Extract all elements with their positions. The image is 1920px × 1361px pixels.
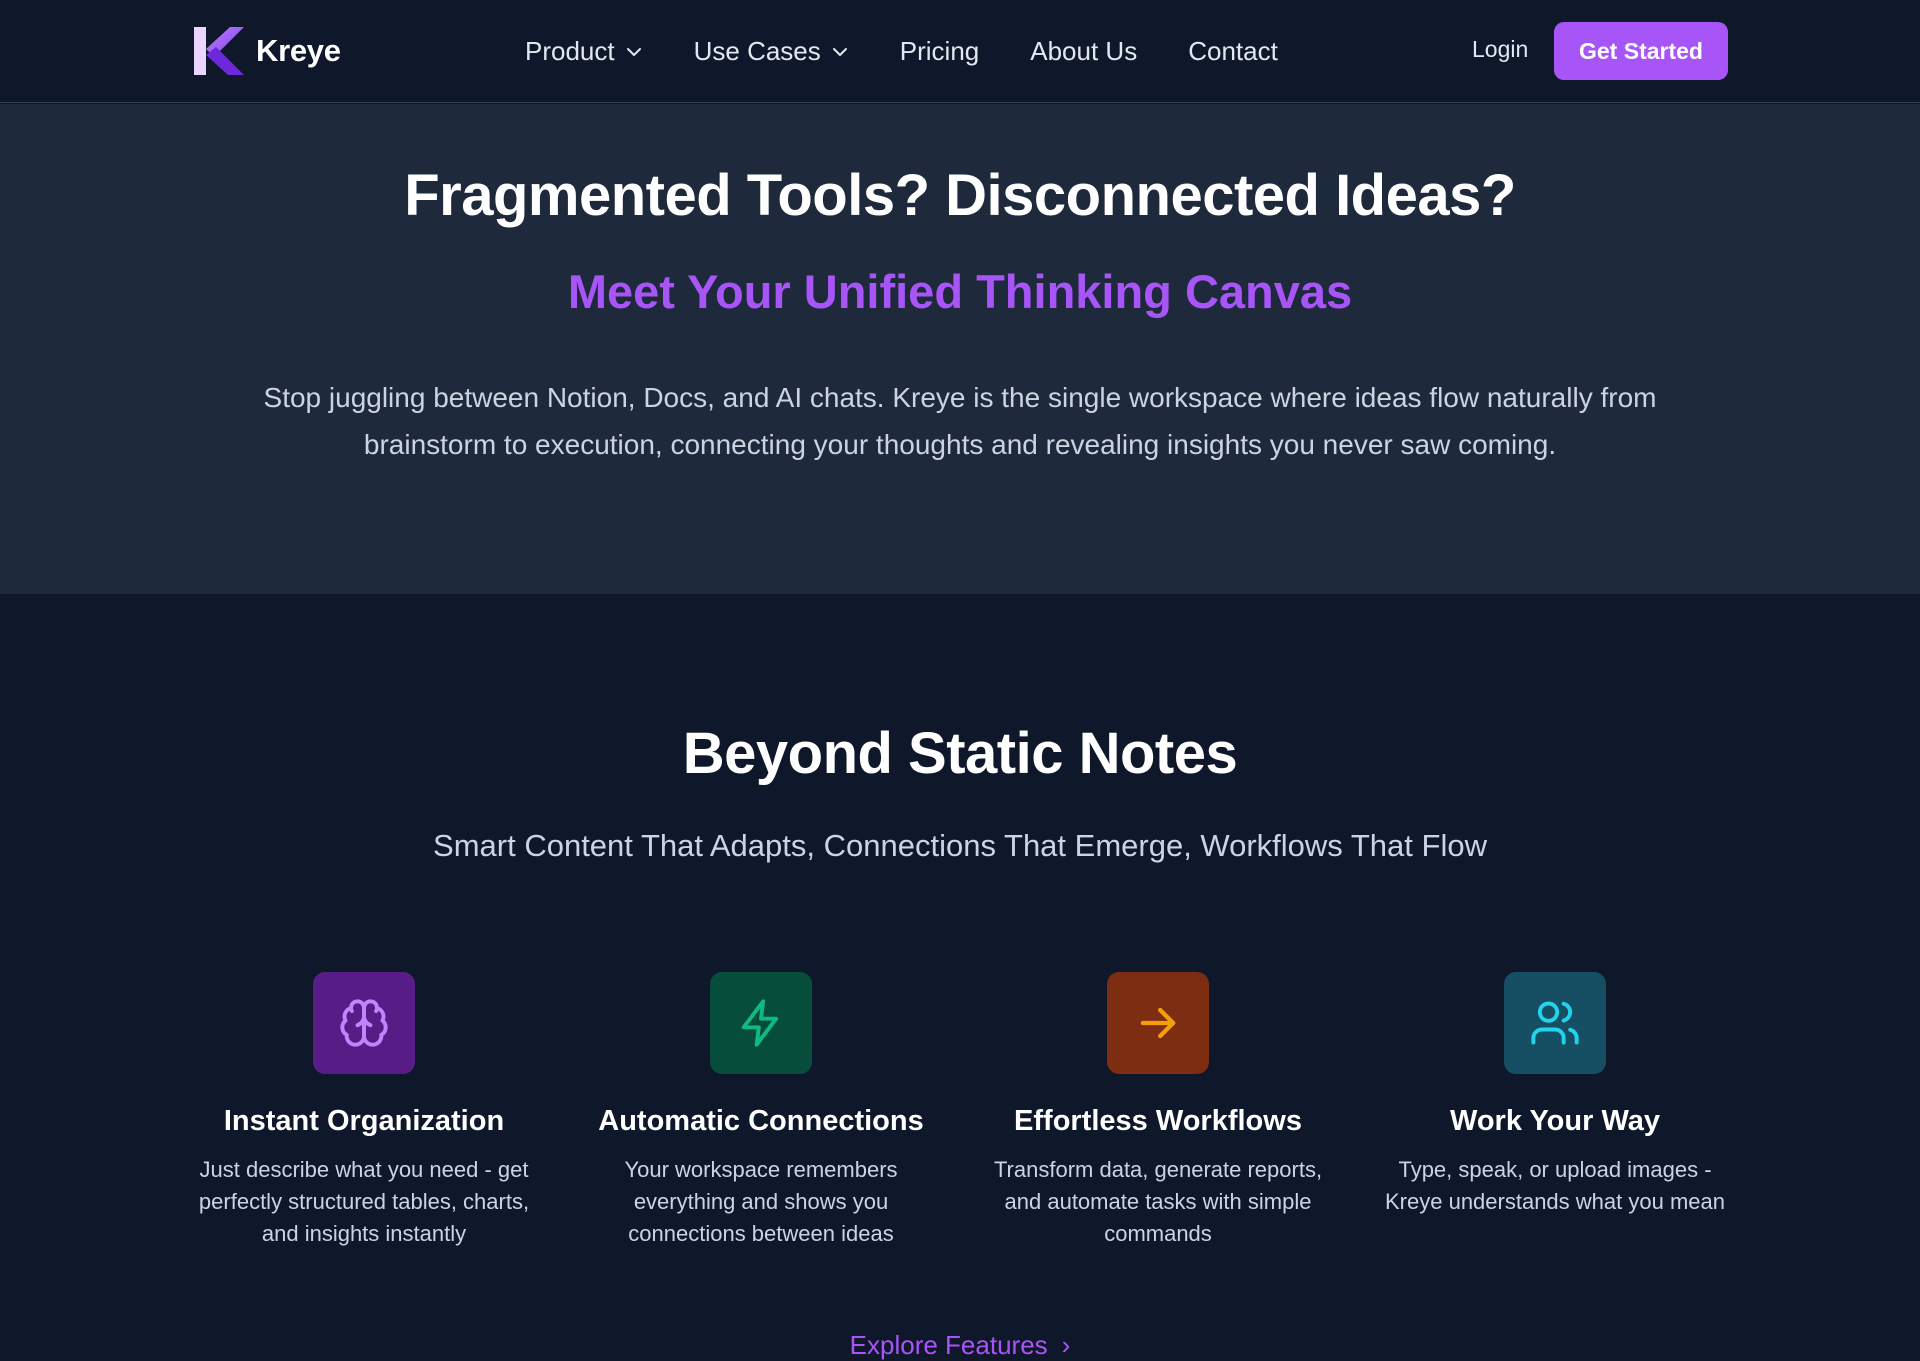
nav-item-about-us[interactable]: About Us: [1030, 36, 1137, 67]
nav-item-label: Pricing: [899, 36, 980, 66]
feature-card-instant-organization: Instant Organization Just describe what …: [184, 972, 544, 1250]
nav-item-pricing[interactable]: Pricing: [900, 36, 979, 67]
brain-icon: [340, 999, 388, 1047]
brand-name: Kreye: [256, 33, 341, 68]
feature-icon-box: [1504, 972, 1606, 1074]
feature-title: Work Your Way: [1449, 1105, 1661, 1137]
hero-title: Fragmented Tools? Disconnected Ideas?: [404, 163, 1516, 228]
features-subtitle: Smart Content That Adapts, Connections T…: [433, 828, 1487, 863]
feature-text: Transform data, generate reports, and au…: [993, 1157, 1323, 1246]
feature-card-effortless-workflows: Effortless Workflows Transform data, gen…: [978, 972, 1338, 1250]
top-navbar: Kreye Product Use Cases Pricing About Us…: [0, 0, 1920, 103]
feature-icon-box: [313, 972, 415, 1074]
users-icon: [1531, 1001, 1579, 1045]
feature-card-automatic-connections: Automatic Connections Your workspace rem…: [581, 972, 941, 1250]
nav-item-use-cases[interactable]: Use Cases: [694, 36, 849, 67]
arrow-right-icon: [1140, 1007, 1176, 1039]
kreye-logo-icon: [194, 27, 244, 75]
nav-item-label: Product: [525, 36, 615, 66]
feature-title: Automatic Connections: [598, 1105, 924, 1137]
feature-title: Instant Organization: [223, 1105, 505, 1137]
explore-features-link[interactable]: Explore Features ›: [0, 1330, 1920, 1361]
feature-text: Type, speak, or upload images - Kreye un…: [1385, 1157, 1725, 1214]
feature-title: Effortless Workflows: [1014, 1105, 1302, 1137]
nav-item-label: About Us: [1030, 36, 1138, 66]
nav-item-label: Contact: [1188, 36, 1278, 66]
chevron-down-icon: [832, 47, 847, 56]
features-title: Beyond Static Notes: [682, 721, 1238, 786]
hero-section: Fragmented Tools? Disconnected Ideas? Me…: [0, 104, 1920, 594]
nav-item-contact[interactable]: Contact: [1188, 36, 1278, 67]
feature-icon-box: [710, 972, 812, 1074]
lightning-icon: [741, 999, 779, 1047]
hero-description: Stop juggling between Notion, Docs, and …: [263, 382, 1657, 460]
feature-card-work-your-way: Work Your Way Type, speak, or upload ima…: [1375, 972, 1735, 1218]
explore-features-label: Explore Features: [849, 1330, 1048, 1360]
nav-item-product[interactable]: Product: [525, 36, 643, 67]
brand-logo[interactable]: Kreye: [192, 25, 341, 77]
login-link[interactable]: Login: [1472, 36, 1528, 63]
chevron-down-icon: [626, 47, 641, 56]
chevron-right-icon: ›: [1061, 1330, 1071, 1360]
hero-subtitle: Meet Your Unified Thinking Canvas: [567, 265, 1353, 318]
feature-text: Just describe what you need - get perfec…: [198, 1157, 530, 1246]
feature-text: Your workspace remembers everything and …: [624, 1157, 898, 1246]
main-menu: Product Use Cases Pricing About Us Conta…: [525, 0, 1329, 103]
nav-item-label: Use Cases: [693, 36, 821, 66]
get-started-button[interactable]: Get Started: [1554, 22, 1728, 80]
feature-icon-box: [1107, 972, 1209, 1074]
